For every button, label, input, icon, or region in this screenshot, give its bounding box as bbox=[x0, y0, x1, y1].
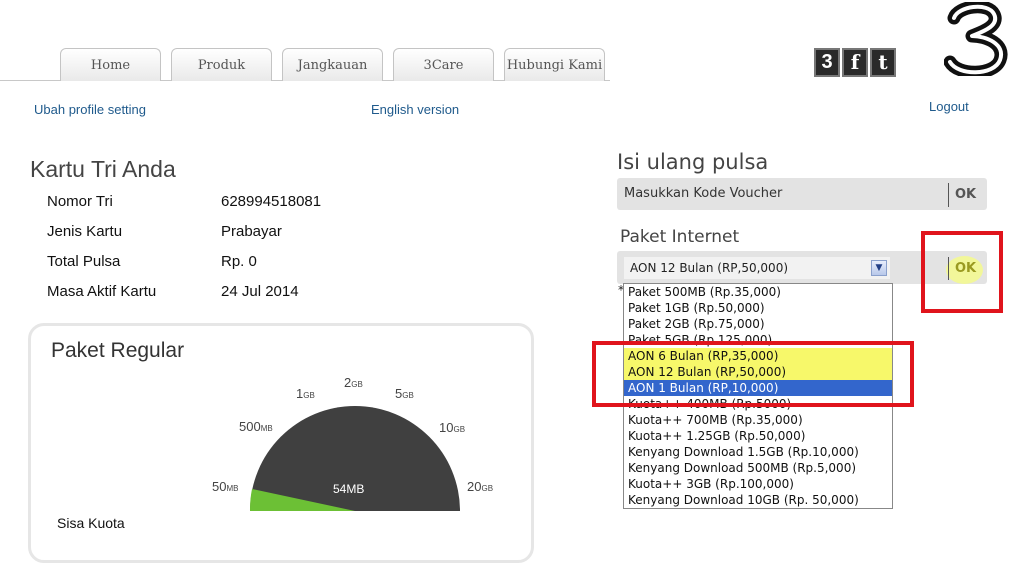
twitter-icon[interactable]: t bbox=[870, 48, 896, 77]
gauge-value-label: 54MB bbox=[333, 482, 365, 496]
info-value-pulsa: Rp. 0 bbox=[221, 253, 257, 270]
voucher-ok-button[interactable]: OK bbox=[955, 187, 976, 202]
quota-gauge bbox=[249, 406, 460, 511]
package-select[interactable]: AON 12 Bulan (RP,50,000) bbox=[624, 257, 890, 279]
package-option[interactable]: Kuota++ 1.25GB (Rp.50,000) bbox=[624, 428, 892, 444]
package-option[interactable]: Kuota++ 700MB (Rp.35,000) bbox=[624, 412, 892, 428]
info-value-nomor: 628994518081 bbox=[221, 193, 322, 210]
three-social-icon[interactable]: 3 bbox=[814, 48, 840, 77]
package-option[interactable]: Kenyang Download 1.5GB (Rp.10,000) bbox=[624, 444, 892, 460]
package-option[interactable]: Kuota++ 3GB (Rp.100,000) bbox=[624, 476, 892, 492]
tab-home[interactable]: Home bbox=[60, 48, 161, 81]
profile-settings-link[interactable]: Ubah profile setting bbox=[34, 102, 146, 117]
gauge-tick-50mb: 50MB bbox=[212, 479, 239, 494]
info-label-jenis: Jenis Kartu bbox=[47, 223, 123, 240]
chevron-down-icon[interactable]: ▼ bbox=[871, 260, 887, 276]
gauge-tick-5gb: 5GB bbox=[395, 386, 414, 401]
package-option[interactable]: Paket 2GB (Rp.75,000) bbox=[624, 316, 892, 332]
package-option[interactable]: Kenyang Download 10GB (Rp. 50,000) bbox=[624, 492, 892, 508]
voucher-ok-separator bbox=[948, 183, 949, 207]
gauge-tick-500mb: 500MB bbox=[239, 419, 273, 434]
info-label-nomor: Nomor Tri bbox=[47, 193, 113, 210]
internet-package-title: Paket Internet bbox=[620, 227, 740, 247]
annotation-ok-box bbox=[921, 231, 1003, 313]
package-option[interactable]: Kenyang Download 500MB (Rp.5,000) bbox=[624, 460, 892, 476]
english-version-link[interactable]: English version bbox=[371, 102, 459, 117]
recharge-title: Isi ulang pulsa bbox=[617, 150, 769, 174]
package-option[interactable]: Paket 1GB (Rp.50,000) bbox=[624, 300, 892, 316]
gauge-tick-2gb: 2GB bbox=[344, 375, 363, 390]
info-label-masa-aktif: Masa Aktif Kartu bbox=[47, 283, 157, 300]
info-label-pulsa: Total Pulsa bbox=[47, 253, 121, 270]
info-value-masa-aktif: 24 Jul 2014 bbox=[221, 283, 299, 300]
gauge-tick-10gb: 10GB bbox=[439, 420, 466, 435]
info-value-jenis: Prabayar bbox=[221, 223, 282, 240]
facebook-icon[interactable]: f bbox=[842, 48, 868, 77]
gauge-tick-1gb: 1GB bbox=[296, 386, 315, 401]
tab-3care[interactable]: 3Care bbox=[393, 48, 494, 81]
tab-jangkauan[interactable]: Jangkauan bbox=[282, 48, 383, 81]
annotation-aon-box bbox=[592, 341, 914, 407]
tab-produk[interactable]: Produk bbox=[171, 48, 272, 81]
voucher-input[interactable]: Masukkan Kode Voucher bbox=[624, 186, 942, 201]
sisa-kuota-label: Sisa Kuota bbox=[57, 515, 125, 531]
card-title: Kartu Tri Anda bbox=[30, 156, 176, 182]
tab-hubungi-kami[interactable]: Hubungi Kami bbox=[504, 48, 605, 81]
tri-logo[interactable] bbox=[943, 0, 1010, 79]
package-option[interactable]: Paket 500MB (Rp.35,000) bbox=[624, 284, 892, 300]
logout-link[interactable]: Logout bbox=[929, 99, 969, 114]
gauge-tick-20gb: 20GB bbox=[467, 479, 494, 494]
paket-regular-title: Paket Regular bbox=[51, 339, 185, 362]
